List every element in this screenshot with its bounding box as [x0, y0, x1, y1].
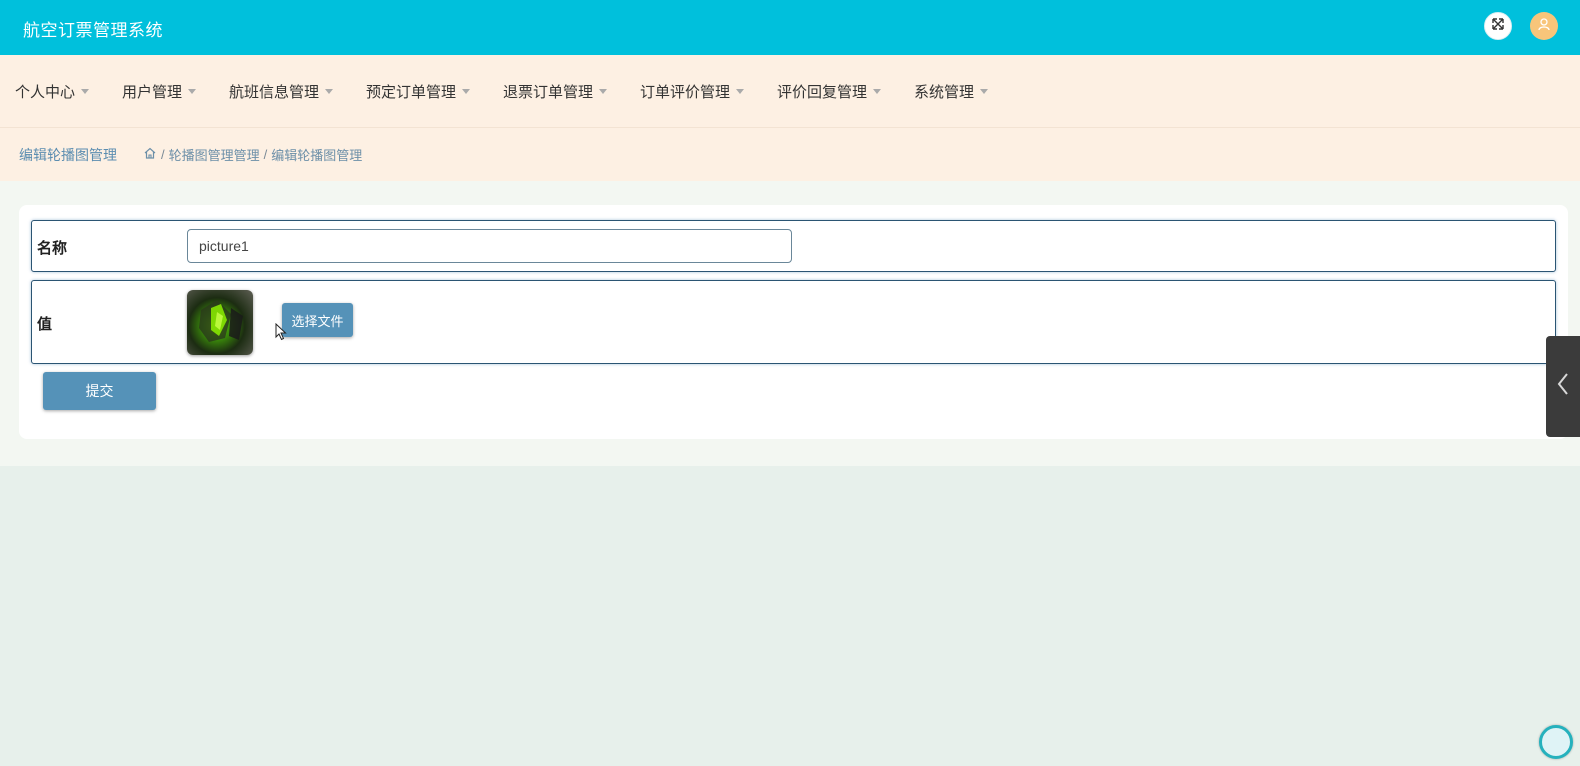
chevron-left-icon — [1556, 372, 1570, 401]
value-label: 值 — [37, 316, 53, 333]
form-row-value: 值 选择文件 — [31, 280, 1556, 364]
breadcrumb-bar: 编辑轮播图管理 / 轮播图管理管理 / 编辑轮播图管理 — [0, 128, 1580, 181]
name-label: 名称 — [37, 240, 68, 257]
nav-item-user-management[interactable]: 用户管理 — [122, 81, 197, 102]
name-input[interactable] — [187, 229, 792, 263]
floating-assistant-button[interactable] — [1539, 725, 1573, 759]
page-title: 编辑轮播图管理 — [19, 147, 117, 163]
main-nav: 个人中心 用户管理 航班信息管理 预定订单管理 退票订单管理 订单评价管理 评价… — [0, 55, 1580, 128]
form-row-name: 名称 — [31, 220, 1556, 272]
caret-down-icon — [325, 88, 334, 94]
nav-item-review-replies[interactable]: 评价回复管理 — [777, 81, 882, 102]
nav-item-personal-center[interactable]: 个人中心 — [15, 81, 90, 102]
caret-down-icon — [462, 88, 471, 94]
submit-button[interactable]: 提交 — [43, 372, 156, 410]
user-avatar[interactable] — [1530, 12, 1558, 40]
nav-item-order-reviews[interactable]: 订单评价管理 — [640, 81, 745, 102]
nav-item-flight-info[interactable]: 航班信息管理 — [229, 81, 334, 102]
nav-item-booking-orders[interactable]: 预定订单管理 — [366, 81, 471, 102]
caret-down-icon — [81, 88, 90, 94]
image-preview[interactable] — [187, 290, 253, 355]
choose-file-button[interactable]: 选择文件 — [282, 303, 353, 337]
side-panel-toggle[interactable] — [1546, 336, 1580, 437]
breadcrumb-separator: / — [161, 147, 165, 162]
nav-item-refund-orders[interactable]: 退票订单管理 — [503, 81, 608, 102]
expand-icon — [1491, 17, 1505, 36]
home-icon[interactable] — [143, 146, 157, 163]
breadcrumb: / 轮播图管理管理 / 编辑轮播图管理 — [143, 145, 362, 164]
caret-down-icon — [599, 88, 608, 94]
caret-down-icon — [736, 88, 745, 94]
breadcrumb-level1[interactable]: 轮播图管理管理 — [169, 145, 260, 164]
top-header: 航空订票管理系统 — [0, 0, 1580, 55]
breadcrumb-separator: / — [263, 147, 268, 162]
app-title: 航空订票管理系统 — [23, 21, 163, 40]
content-area: 名称 值 选择文件 提交 — [0, 181, 1580, 466]
breadcrumb-level2: 编辑轮播图管理 — [271, 148, 363, 163]
edit-form-card: 名称 值 选择文件 提交 — [19, 205, 1568, 439]
user-icon — [1537, 17, 1551, 36]
caret-down-icon — [188, 88, 197, 94]
fullscreen-button[interactable] — [1484, 12, 1512, 40]
nav-item-system[interactable]: 系统管理 — [914, 81, 989, 102]
caret-down-icon — [980, 88, 989, 94]
caret-down-icon — [873, 88, 882, 94]
